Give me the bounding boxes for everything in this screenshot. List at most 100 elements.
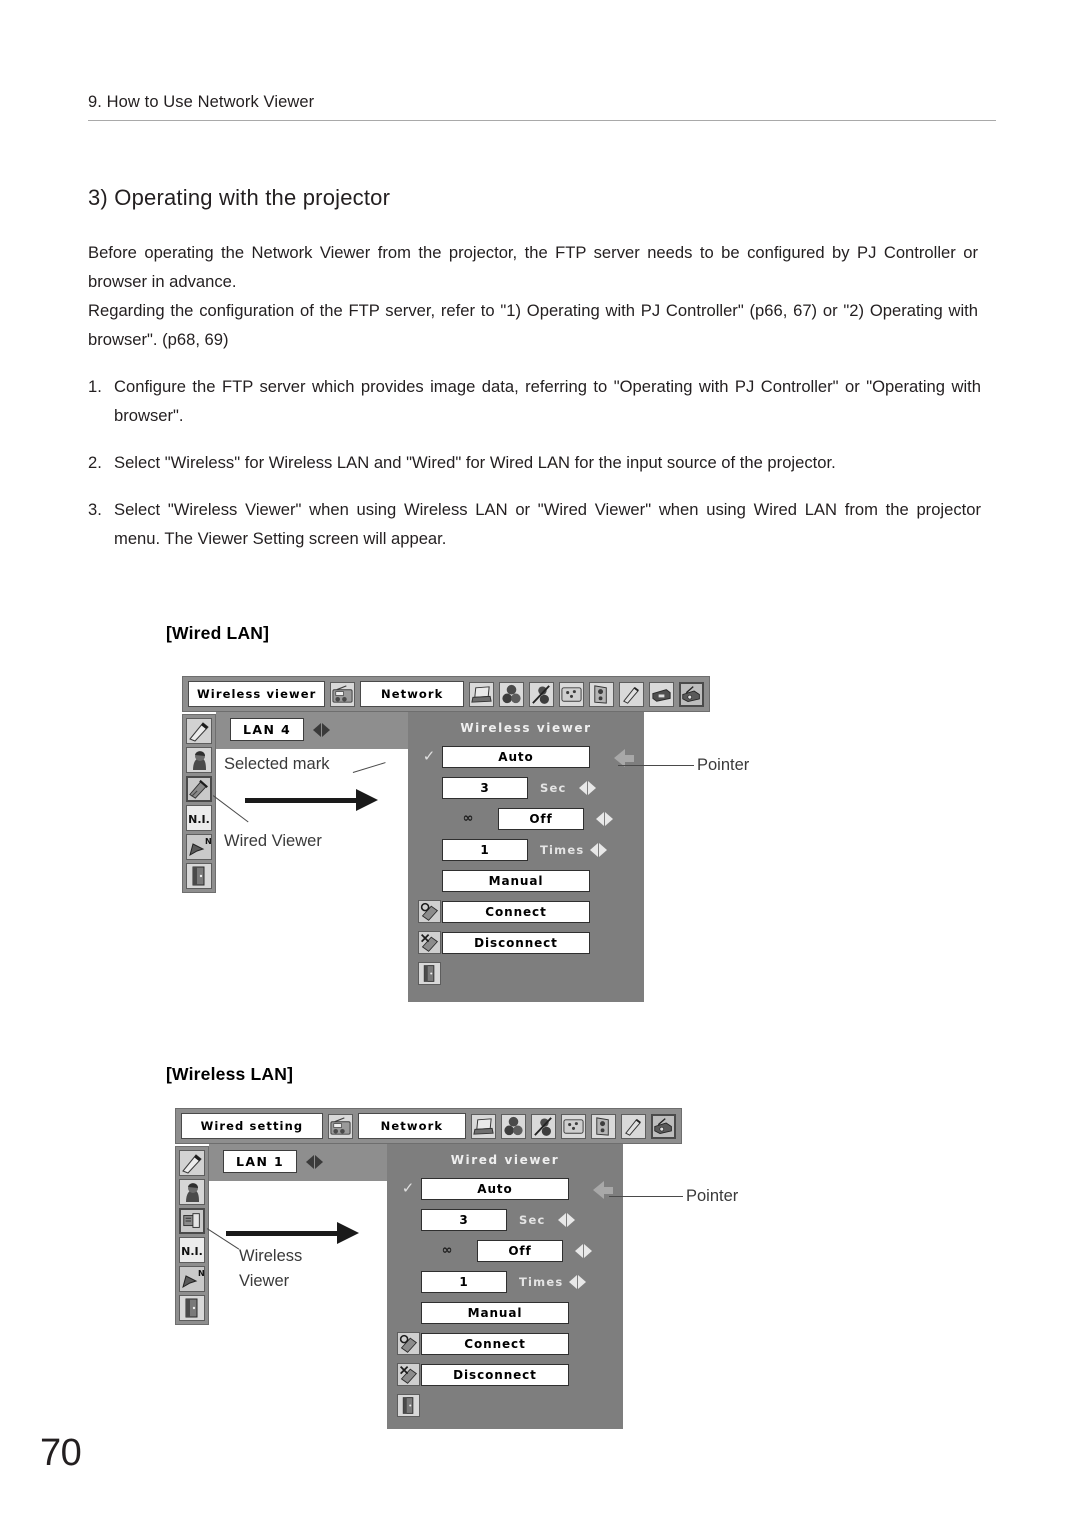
lan-spinner-arrows[interactable] [313,722,331,737]
step-number: 2. [88,453,102,472]
exit-icon[interactable] [396,1394,420,1417]
disconnect-button[interactable]: Disconnect [442,931,590,954]
sidebar-pen-icon[interactable] [186,718,212,744]
sidebar-wireless-viewer-icon[interactable] [179,1208,205,1234]
sidebar-arrow-mouse-icon[interactable]: N [179,1266,205,1292]
annotation-wireless-viewer: Wireless Viewer [239,1247,303,1290]
laptop-icon[interactable] [469,681,494,707]
tools-icon[interactable] [621,1113,646,1139]
sidebar-wired-viewer-icon[interactable] [186,776,212,802]
panel-row-manual: Manual [387,1301,623,1324]
sec-value-box[interactable]: 3 [442,776,528,799]
step-number: 3. [88,500,102,519]
auto-value-box[interactable]: Auto [442,745,590,768]
auto-value-box[interactable]: Auto [421,1177,569,1200]
radio-icon[interactable] [330,681,356,707]
annotation-arrow-to-panel [245,789,378,811]
manual-button[interactable]: Manual [442,869,590,892]
times-spinner-arrows[interactable] [590,842,608,857]
sidebar-exit-door-icon[interactable] [179,1295,205,1321]
panel-title: Wireless viewer [460,721,592,735]
off-spinner-arrows[interactable] [596,811,613,826]
panel-row-sec: 3 Sec [408,776,644,799]
spheres-slash-icon[interactable] [529,681,554,707]
network-projector-icon[interactable] [651,1113,676,1139]
speaker-icon[interactable] [591,1113,616,1139]
times-value-box[interactable]: 1 [421,1270,507,1293]
disconnect-icon [417,931,441,954]
speaker-icon[interactable] [589,681,614,707]
projector-icon[interactable] [649,681,674,707]
panel-row-connect: Connect [387,1332,623,1355]
spheres-icon[interactable] [501,1113,526,1139]
panel-row-repeat: ∞ Off [408,807,644,830]
selected-check-icon: ✓ [401,1179,415,1197]
infinity-symbol: ∞ [441,1243,453,1258]
exit-icon[interactable] [417,962,441,985]
sidebar-person-icon[interactable] [179,1179,205,1205]
off-value-box[interactable]: Off [498,807,584,830]
step-item: 3. Select "Wireless Viewer" when using W… [88,495,981,553]
step-item: 2. Select "Wireless" for Wireless LAN an… [88,448,981,477]
sidebar-n-i-icon: N.I. [179,1237,205,1263]
panel-row-sec: 3 Sec [387,1208,623,1231]
tools-icon[interactable] [619,681,644,707]
manual-button[interactable]: Manual [421,1301,569,1324]
step-text: Select "Wireless" for Wireless LAN and "… [114,453,836,472]
chevron-left-icon [313,722,322,737]
svg-text:N.I.: N.I. [181,1245,203,1258]
radio-icon[interactable] [327,1113,353,1139]
step-number: 1. [88,377,102,396]
sec-value-box[interactable]: 3 [421,1208,507,1231]
figure-caption-wireless-lan: [Wireless LAN] [166,1064,294,1084]
spheres-icon[interactable] [499,681,524,707]
osd-menu-title: Wired setting [181,1113,323,1139]
chevron-right-icon [584,1243,592,1258]
osd-category-label: Network [357,1113,466,1139]
network-projector-icon[interactable] [679,681,704,707]
panel-row-exit [387,1394,623,1417]
osd-topbar: Wired setting Network [175,1108,682,1144]
times-value-box[interactable]: 1 [442,838,528,861]
section-heading: 3) Operating with the projector [88,185,391,210]
spheres-slash-icon[interactable] [531,1113,556,1139]
sidebar-pen-icon[interactable] [179,1150,205,1176]
times-spinner-arrows[interactable] [569,1274,587,1289]
step-text: Select "Wireless Viewer" when using Wire… [114,500,981,548]
figure-caption-wired-lan: [Wired LAN] [166,623,270,643]
chevron-left-icon [557,1212,566,1227]
svg-text:N.I.: N.I. [188,813,210,826]
sidebar-arrow-mouse-icon[interactable]: N [186,834,212,860]
chevron-left-icon [306,1154,315,1169]
osd-menu-title: Wireless viewer [188,681,326,707]
chevron-right-icon [315,1154,324,1169]
times-unit-label: Times [540,842,585,857]
sidebar-person-icon[interactable] [186,747,212,773]
panel-row-connect: Connect [408,900,644,923]
sec-spinner-arrows[interactable] [557,1212,575,1227]
annotation-pointer: Pointer [686,1187,739,1205]
off-spinner-arrows[interactable] [575,1243,592,1258]
sec-spinner-arrows[interactable] [578,780,596,795]
image-icon[interactable] [561,1113,586,1139]
chevron-right-icon [578,1274,587,1289]
image-icon[interactable] [559,681,584,707]
step-text: Configure the FTP server which provides … [114,377,981,425]
chevron-left-icon [569,1274,578,1289]
lan-value-box[interactable]: LAN 1 [223,1150,298,1173]
sidebar-exit-door-icon[interactable] [186,863,212,889]
lan-value-box[interactable]: LAN 4 [230,718,305,741]
off-value-box[interactable]: Off [477,1239,563,1262]
leader-line-pointer [609,1196,683,1198]
panel-row-exit [408,962,644,985]
panel-row-repeat: ∞ Off [387,1239,623,1262]
intro-paragraph-1: Before operating the Network Viewer from… [88,243,978,291]
connect-button[interactable]: Connect [421,1332,569,1355]
laptop-icon[interactable] [471,1113,496,1139]
sec-unit-label: Sec [540,780,567,795]
chapter-title: 9. How to Use Network Viewer [88,93,315,111]
connect-button[interactable]: Connect [442,900,590,923]
panel-row-auto: ✓ Auto [408,745,644,768]
lan-spinner-arrows[interactable] [306,1154,324,1169]
disconnect-button[interactable]: Disconnect [421,1363,569,1386]
